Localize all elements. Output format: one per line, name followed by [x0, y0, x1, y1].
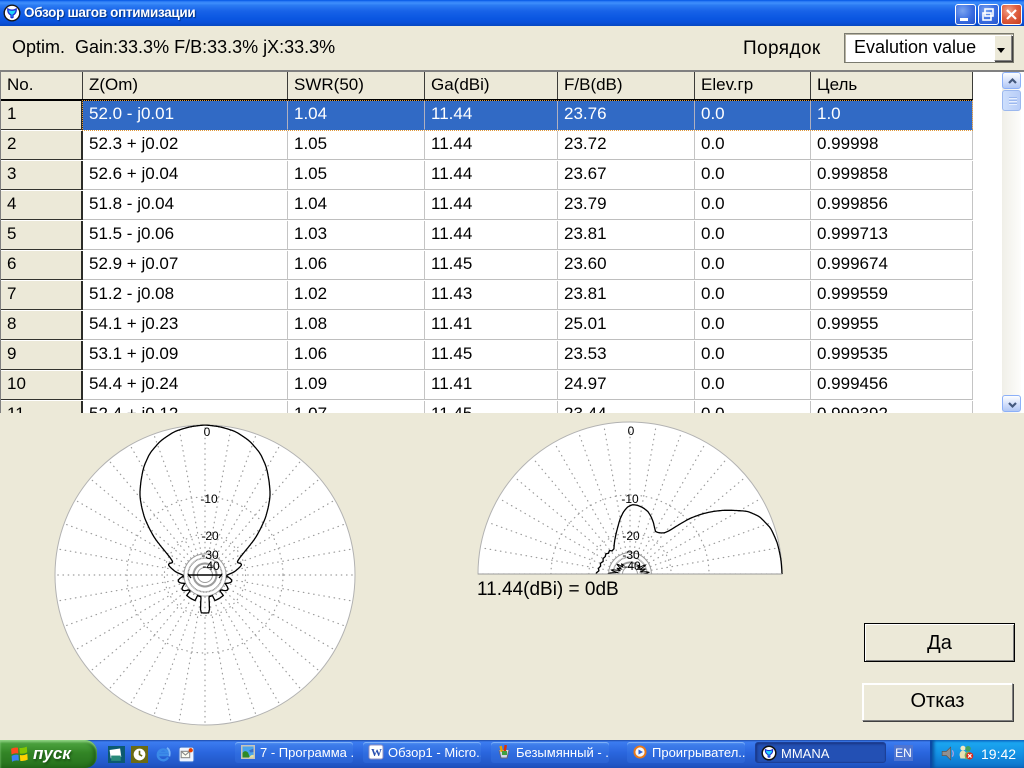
svg-text:W: W	[371, 747, 382, 759]
